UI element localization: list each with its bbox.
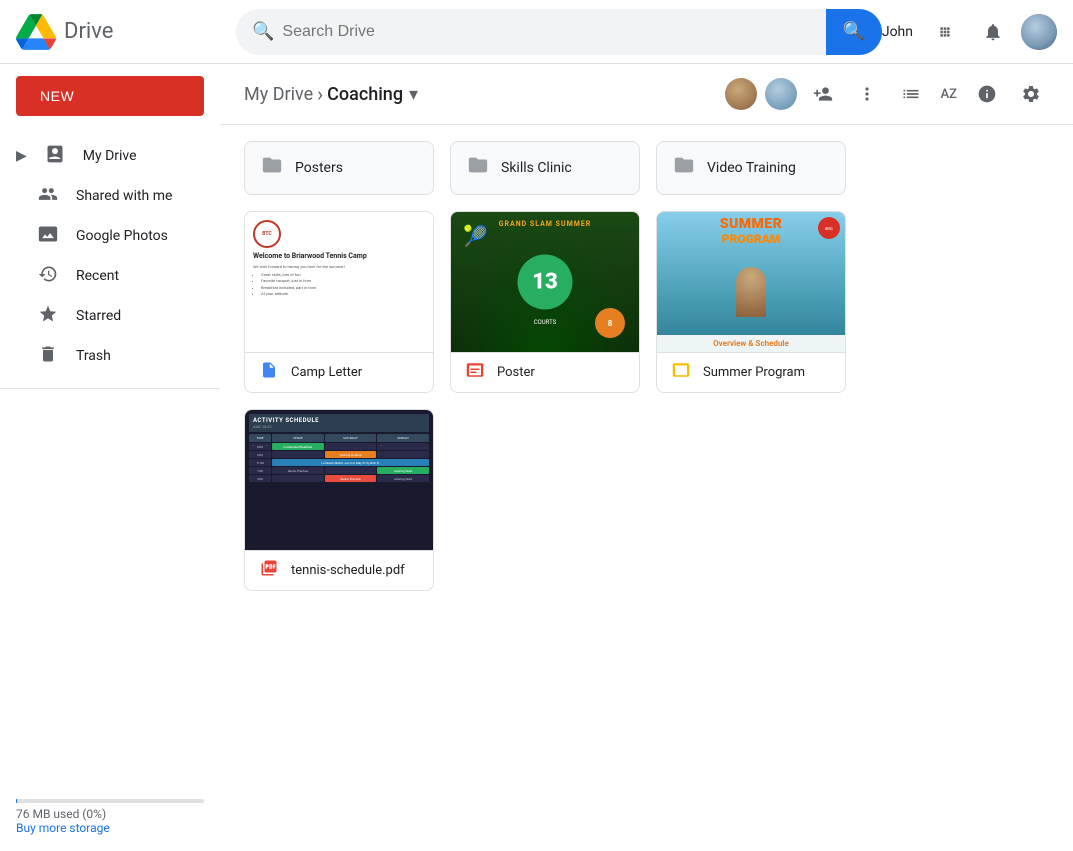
search-icon: 🔍 — [252, 21, 274, 42]
app-title: Drive — [64, 19, 113, 44]
file-info-summer-program: Summer Program — [657, 352, 845, 392]
trash-icon — [36, 344, 60, 369]
search-bar: 🔍 🔍 — [236, 9, 882, 55]
folder-skills-clinic[interactable]: Skills Clinic — [450, 141, 640, 195]
file-preview-poster: GRAND SLAM SUMMER 🎾 13 COURTS 8 — [451, 212, 639, 352]
folder-icon — [673, 154, 695, 182]
google-drive-logo-icon — [16, 14, 56, 50]
sidebar-item-label-photos: Google Photos — [76, 228, 168, 244]
files-section: BTC Welcome to Briarwood Tennis Camp We … — [244, 211, 1049, 591]
breadcrumb: My Drive › Coaching ▾ — [244, 82, 725, 106]
notifications-button[interactable] — [973, 12, 1013, 52]
file-type-icon-poster — [463, 361, 487, 384]
folder-posters[interactable]: Posters — [244, 141, 434, 195]
sidebar-item-label-trash: Trash — [76, 348, 111, 364]
file-poster[interactable]: GRAND SLAM SUMMER 🎾 13 COURTS 8 — [450, 211, 640, 393]
topbar-right: John — [882, 12, 1057, 52]
file-preview-camp-letter: BTC Welcome to Briarwood Tennis Camp We … — [245, 212, 433, 352]
folders-row: Posters Skills Clinic — [244, 141, 1049, 195]
file-summer-program[interactable]: SUMMER PROGRAM Overview & Schedule — [656, 211, 846, 393]
new-button[interactable]: NEW — [16, 76, 204, 116]
settings-button[interactable] — [1013, 76, 1049, 112]
sidebar-item-label-starred: Starred — [76, 308, 121, 324]
breadcrumb-dropdown-icon[interactable]: ▾ — [409, 84, 418, 105]
more-options-button[interactable] — [849, 76, 885, 112]
file-info-camp-letter: Camp Letter — [245, 352, 433, 392]
file-camp-letter[interactable]: BTC Welcome to Briarwood Tennis Camp We … — [244, 211, 434, 393]
content-header: My Drive › Coaching ▾ — [220, 64, 1073, 125]
folder-icon — [261, 154, 283, 182]
sidebar-item-recent[interactable]: Recent — [0, 256, 208, 296]
collaborator-avatar-2-img — [765, 78, 797, 110]
info-button[interactable] — [969, 76, 1005, 112]
storage-info: 76 MB used (0%) Buy more storage — [0, 775, 220, 851]
files-row: BTC Welcome to Briarwood Tennis Camp We … — [244, 211, 1049, 591]
sidebar-item-trash[interactable]: Trash — [0, 336, 208, 376]
photos-icon — [36, 224, 60, 249]
header-right: AZ — [725, 76, 1049, 112]
sidebar-item-starred[interactable]: Starred — [0, 296, 208, 336]
expand-icon: ▶ — [16, 148, 27, 164]
file-name-summer-program: Summer Program — [703, 365, 805, 380]
folder-name-video-training: Video Training — [707, 160, 796, 176]
user-name: John — [882, 24, 913, 40]
file-type-icon-pdf — [257, 559, 281, 582]
file-name-tennis-schedule: tennis-schedule.pdf — [291, 563, 405, 578]
file-name-poster: Poster — [497, 365, 535, 380]
shared-icon — [36, 184, 60, 209]
collaborator-avatar-1-img — [725, 78, 757, 110]
nav-section-main: ▶ My Drive Shared with me — [0, 132, 220, 380]
folders-section: Posters Skills Clinic — [244, 141, 1049, 195]
breadcrumb-current-folder: Coaching — [327, 84, 403, 105]
recent-icon — [36, 264, 60, 289]
starred-icon — [36, 304, 60, 329]
app-body: NEW ▶ My Drive Shared with me — [0, 64, 1073, 851]
breadcrumb-separator-icon: › — [317, 82, 323, 106]
collaborator-avatar-2[interactable] — [765, 78, 797, 110]
sidebar-divider — [0, 388, 220, 389]
collaborator-avatar-1[interactable] — [725, 78, 757, 110]
file-info-poster: Poster — [451, 352, 639, 392]
file-type-icon-summer — [669, 361, 693, 384]
file-info-tennis-schedule: tennis-schedule.pdf — [245, 550, 433, 590]
file-tennis-schedule[interactable]: ACTIVITY SCHEDULE AUG 13-21 TIME VENUE S… — [244, 409, 434, 591]
folder-name-posters: Posters — [295, 160, 343, 176]
sidebar-item-my-drive[interactable]: ▶ My Drive — [0, 136, 208, 176]
user-avatar[interactable] — [1021, 14, 1057, 50]
folder-name-skills-clinic: Skills Clinic — [501, 160, 572, 176]
search-input[interactable] — [282, 23, 825, 41]
sidebar-item-label-my-drive: My Drive — [83, 148, 137, 164]
search-button[interactable]: 🔍 — [826, 9, 882, 55]
buy-storage-link[interactable]: Buy more storage — [16, 821, 110, 835]
my-drive-icon — [43, 144, 67, 169]
sidebar-item-shared-with-me[interactable]: Shared with me — [0, 176, 208, 216]
storage-used-text: 76 MB used (0%) — [16, 807, 204, 821]
sidebar: NEW ▶ My Drive Shared with me — [0, 64, 220, 851]
sidebar-item-label-recent: Recent — [76, 268, 119, 284]
user-avatar-image — [1021, 14, 1057, 50]
folder-icon — [467, 154, 489, 182]
main-content: My Drive › Coaching ▾ — [220, 64, 1073, 851]
apps-grid-button[interactable] — [925, 12, 965, 52]
breadcrumb-my-drive[interactable]: My Drive — [244, 84, 313, 105]
logo-area: Drive — [16, 14, 236, 50]
file-type-icon-doc — [257, 361, 281, 384]
sidebar-item-label-shared: Shared with me — [76, 188, 172, 204]
sort-button[interactable]: AZ — [937, 76, 961, 112]
file-preview-summer-program: SUMMER PROGRAM Overview & Schedule — [657, 212, 845, 352]
file-preview-tennis-schedule: ACTIVITY SCHEDULE AUG 13-21 TIME VENUE S… — [245, 410, 433, 550]
list-view-button[interactable] — [893, 76, 929, 112]
files-grid: Posters Skills Clinic — [220, 125, 1073, 623]
sidebar-item-google-photos[interactable]: Google Photos — [0, 216, 208, 256]
storage-bar — [16, 799, 204, 803]
search-submit-icon: 🔍 — [843, 21, 865, 42]
add-person-button[interactable] — [805, 76, 841, 112]
folder-video-training[interactable]: Video Training — [656, 141, 846, 195]
file-name-camp-letter: Camp Letter — [291, 365, 362, 380]
